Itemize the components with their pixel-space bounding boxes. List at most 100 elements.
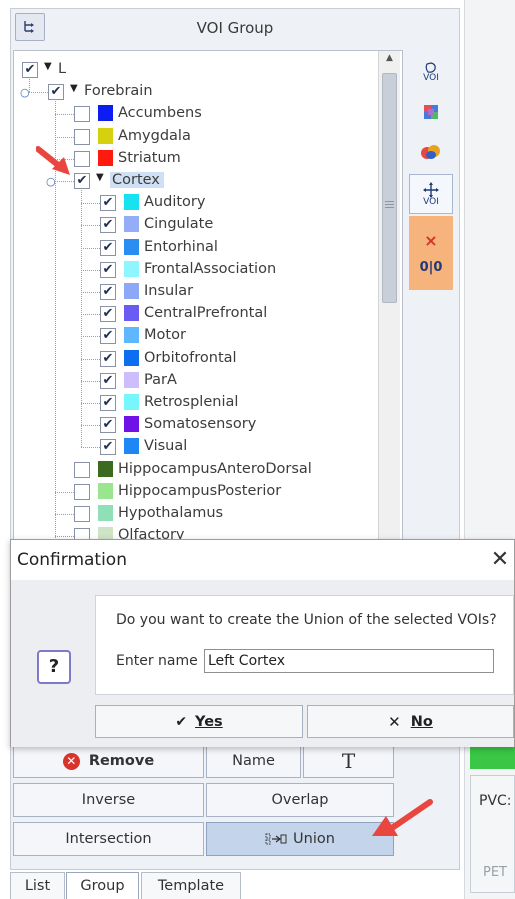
expand-arrow-icon[interactable]: ▼	[70, 83, 78, 94]
yes-button[interactable]: ✔ Yes	[95, 705, 303, 738]
checkbox[interactable]: ✔	[100, 372, 116, 389]
tree-item-label: CentralPrefrontal	[144, 305, 268, 322]
name-button[interactable]: Name	[206, 744, 301, 778]
tree-node-root[interactable]: ✔ ▼ L	[14, 59, 384, 81]
text-icon: T	[341, 749, 356, 773]
voi-tree[interactable]: ✔ ▼ L ○ ✔ ▼ Forebrain Accumbens Amygdala Striatum…	[13, 50, 403, 545]
tree-scrollbar[interactable]: ▲	[378, 51, 400, 544]
tab-list-label: List	[24, 878, 51, 894]
tree-item[interactable]: ✔ ParA	[14, 370, 384, 392]
checkbox[interactable]: ✔	[100, 395, 116, 411]
tree-item-label: Retrosplenial	[144, 394, 239, 410]
text-button[interactable]: T	[303, 744, 394, 778]
tree-item[interactable]: Accumbens	[14, 103, 384, 125]
question-icon: ?	[37, 650, 71, 684]
name-input[interactable]	[204, 649, 494, 673]
voi-new-button[interactable]: VOI	[409, 54, 453, 90]
tree-item[interactable]: ✔ Auditory	[14, 192, 384, 214]
remove-button[interactable]: ✕ Remove	[13, 744, 204, 778]
tree-item[interactable]: ✔ Insular	[14, 281, 384, 303]
tree-item[interactable]: ✔ Cingulate	[14, 214, 384, 236]
confirmation-dialog: Confirmation ✕ ? Do you want to create t…	[10, 539, 515, 747]
no-button[interactable]: ✕ No	[307, 705, 514, 738]
color-blobs-icon	[421, 145, 440, 159]
tree-item-label: HippocampusPosterior	[118, 482, 282, 499]
tree-item-label: Amygdala	[118, 127, 191, 144]
checkbox[interactable]: ✔	[48, 84, 64, 101]
scroll-up-icon[interactable]: ▲	[381, 53, 398, 69]
tree-item[interactable]: ✔ CentralPrefrontal	[14, 303, 384, 325]
voi-outline-icon	[425, 61, 436, 73]
voi-toolbar: VOI VOI × 0|0	[405, 50, 457, 290]
checkbox[interactable]: ✔	[74, 173, 90, 189]
remove-label: Remove	[88, 753, 155, 769]
color-swatch	[98, 149, 113, 166]
overlap-button[interactable]: Overlap	[206, 783, 394, 817]
union-button[interactable]: Union	[206, 822, 394, 856]
dialog-titlebar: Confirmation ✕	[11, 540, 514, 580]
tree-item-label: Entorhinal	[144, 238, 218, 255]
tree-item[interactable]: ✔ Motor	[14, 325, 384, 347]
pvc-label: PVC:	[479, 793, 512, 809]
checkbox[interactable]	[74, 483, 90, 500]
tree-item[interactable]: HippocampusAnteroDorsal	[14, 459, 384, 481]
scroll-thumb[interactable]	[382, 73, 397, 303]
checkbox[interactable]: ✔	[100, 417, 116, 434]
tab-group[interactable]: Group	[66, 872, 139, 899]
color-map-button[interactable]	[409, 94, 453, 130]
tree-toggle-button[interactable]	[15, 13, 45, 41]
expand-arrow-icon[interactable]: ▼	[44, 61, 52, 72]
checkbox[interactable]	[74, 106, 90, 123]
tree-item[interactable]: ✔ Orbitofrontal	[14, 348, 384, 370]
pet-label: PET	[483, 865, 507, 880]
delete-icon[interactable]: ×	[424, 231, 437, 250]
tree-item-label: Hypothalamus	[118, 505, 224, 521]
dialog-message: Do you want to create the Union of the s…	[116, 612, 497, 628]
checkbox[interactable]: ✔	[100, 284, 116, 300]
tree-item[interactable]: HippocampusPosterior	[14, 481, 384, 503]
color-swatch	[124, 349, 139, 366]
tree-item[interactable]: ✔ Somatosensory	[14, 414, 384, 436]
tree-handle-icon[interactable]: ○	[20, 86, 30, 99]
no-label: No	[410, 713, 433, 730]
intersection-label: Intersection	[65, 831, 152, 847]
yes-label: Yes	[195, 713, 223, 730]
tree-node-forebrain[interactable]: ○ ✔ ▼ Forebrain	[14, 81, 384, 103]
intersection-button[interactable]: Intersection	[13, 822, 204, 856]
tree-item[interactable]: ✔ Visual	[14, 436, 384, 458]
inverse-button[interactable]: Inverse	[13, 783, 204, 817]
checkbox[interactable]: ✔	[22, 62, 38, 78]
tree-item-label: Cortex	[110, 172, 164, 188]
tab-list[interactable]: List	[10, 872, 65, 899]
tree-item-label: FrontalAssociation	[144, 260, 277, 277]
tree-item[interactable]: ✔ FrontalAssociation	[14, 259, 384, 281]
split-icon[interactable]: 0|0	[420, 260, 443, 275]
tree-item[interactable]: ✔ Entorhinal	[14, 237, 384, 259]
app-window: PVC: PET VOI Group ✔ ▼ L ○ ✔ ▼ Forebrain Accumb…	[0, 0, 515, 899]
move-voi-button[interactable]: VOI	[409, 174, 453, 214]
tab-template[interactable]: Template	[141, 872, 241, 899]
tree-item[interactable]: Hypothalamus	[14, 503, 384, 525]
checkbox[interactable]: ✔	[100, 239, 116, 256]
cross-icon: ✕	[388, 712, 401, 731]
expand-arrow-icon[interactable]: ▼	[96, 172, 104, 183]
tree-item-label: Striatum	[118, 149, 181, 166]
checkbox[interactable]	[74, 150, 90, 167]
checkbox[interactable]: ✔	[100, 261, 116, 278]
checkbox[interactable]	[74, 461, 90, 478]
checkbox[interactable]: ✔	[100, 306, 116, 323]
checkbox[interactable]: ✔	[100, 328, 116, 345]
tree-item[interactable]: ✔ Retrosplenial	[14, 392, 384, 414]
checkbox[interactable]: ✔	[100, 217, 116, 234]
tab-template-label: Template	[157, 878, 225, 894]
annotation-arrow-cortex	[36, 146, 70, 175]
checkbox[interactable]: ✔	[100, 195, 116, 212]
blob-button[interactable]	[409, 134, 453, 170]
checkbox[interactable]: ✔	[100, 439, 116, 456]
dialog-title: Confirmation	[17, 550, 127, 570]
close-icon[interactable]: ✕	[487, 546, 513, 574]
checkbox[interactable]	[74, 506, 90, 522]
checkbox[interactable]	[74, 128, 90, 145]
checkbox[interactable]: ✔	[100, 350, 116, 367]
tree-item-label: Insular	[144, 283, 194, 299]
